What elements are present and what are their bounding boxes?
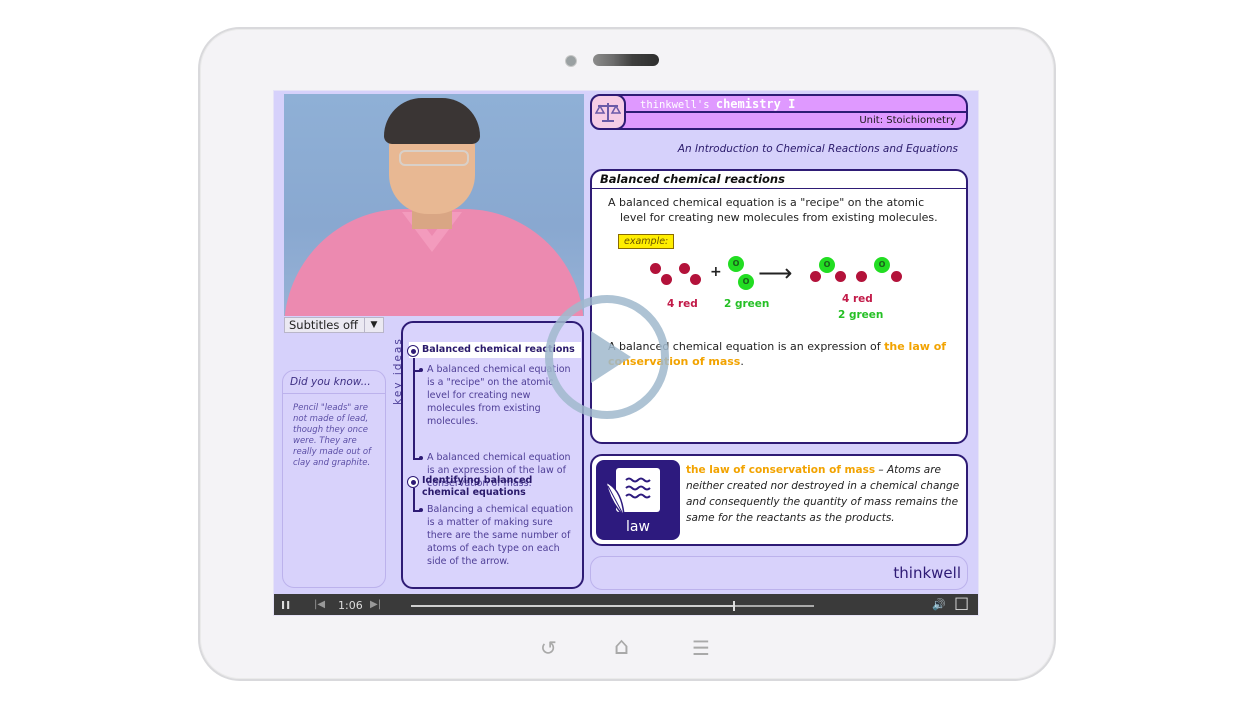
product-green-count: 2 green [838,309,884,321]
green-atom: O [874,257,890,273]
scales-logo-icon [590,94,626,130]
course-header: thinkwell's chemistry I Unit: Stoichiome… [590,94,968,130]
key-point-dot-icon [419,508,423,512]
camera-icon [565,55,577,67]
course-title-prefix: thinkwell's [640,99,716,111]
red-atom [856,271,867,282]
red-atom [891,271,902,282]
previous-button[interactable]: |◀ [314,599,325,610]
red-atom [690,274,701,285]
did-you-know-title: Did you know... [283,371,385,394]
reactant-red-count: 4 red [667,298,698,310]
red-atom [810,271,821,282]
law-card: law the law of conservation of mass – At… [590,454,968,546]
green-atom: O [728,256,744,272]
reaction-arrow-icon: ⟶ [758,259,793,287]
green-atom: O [819,257,835,273]
key-point-2-1[interactable]: Balancing a chemical equation is a matte… [427,503,579,568]
plus-sign: + [710,264,722,280]
pause-button[interactable]: II [281,599,291,612]
lesson-title: An Introduction to Chemical Reactions an… [677,143,958,155]
instructor-glasses [399,150,469,166]
instructor-hair [384,98,480,144]
red-atom [679,263,690,274]
law-term: the law of conservation of mass [686,464,876,476]
course-header-bar: thinkwell's chemistry I Unit: Stoichiome… [600,94,968,130]
unit-label: Unit: Stoichiometry [859,115,956,126]
red-atom [835,271,846,282]
reactant-green-count: 2 green [724,298,770,310]
seek-bar[interactable] [411,601,814,611]
fullscreen-icon[interactable]: ☐ [954,595,969,615]
menu-icon[interactable]: ☰ [692,636,710,660]
play-icon [591,331,631,383]
seek-handle[interactable] [733,601,735,611]
key-idea-heading-2[interactable]: Identifying balanced chemical equations [422,475,582,499]
instructor-video[interactable] [284,94,584,316]
key-idea-connector [413,488,415,510]
speaker-grille [593,54,659,66]
subtitles-label: Subtitles off [289,318,358,332]
next-button[interactable]: ▶| [370,599,381,610]
content-card-title: Balanced chemical reactions [592,171,966,189]
did-you-know-body: Pencil "leads" are not made of lead, tho… [293,403,372,468]
conservation-suffix: . [740,355,744,368]
back-icon[interactable]: ↺ [540,636,557,660]
brand-bar: thinkwell [590,556,968,590]
product-red-count: 4 red [842,293,873,305]
recipe-line-1: A balanced chemical equation is a "recip… [608,196,925,209]
red-atom [661,274,672,285]
did-you-know-panel: Did you know... Pencil "leads" are not m… [282,370,386,588]
recipe-line-2: level for creating new molecules from ex… [620,211,938,224]
player-controls: II |◀ 1:06 ▶| 🔊 ☐ [274,594,978,615]
course-title: thinkwell's chemistry I [640,97,795,111]
quill-icon [604,480,625,518]
thinkwell-logo: thinkwell [893,564,961,582]
dropdown-arrow-icon[interactable]: ▼ [364,318,383,332]
law-scroll-icon: law [596,460,680,540]
subtitles-select[interactable]: Subtitles off ▼ [284,317,384,333]
seek-progress [411,605,734,607]
law-definition: the law of conservation of mass – Atoms … [686,462,966,526]
header-divider [602,111,966,113]
example-badge: example: [618,234,675,249]
red-atom [650,263,661,274]
key-idea-bullet-icon[interactable] [407,476,419,488]
course-title-main: chemistry I [715,97,796,111]
play-button[interactable] [545,295,669,419]
home-icon[interactable]: ⌂ [614,632,629,660]
volume-icon[interactable]: 🔊 [932,598,946,611]
law-icon-label: law [626,519,650,535]
recipe-paragraph: A balanced chemical equation is a "recip… [608,195,958,225]
time-display: 1:06 [338,599,363,612]
green-atom: O [738,274,754,290]
